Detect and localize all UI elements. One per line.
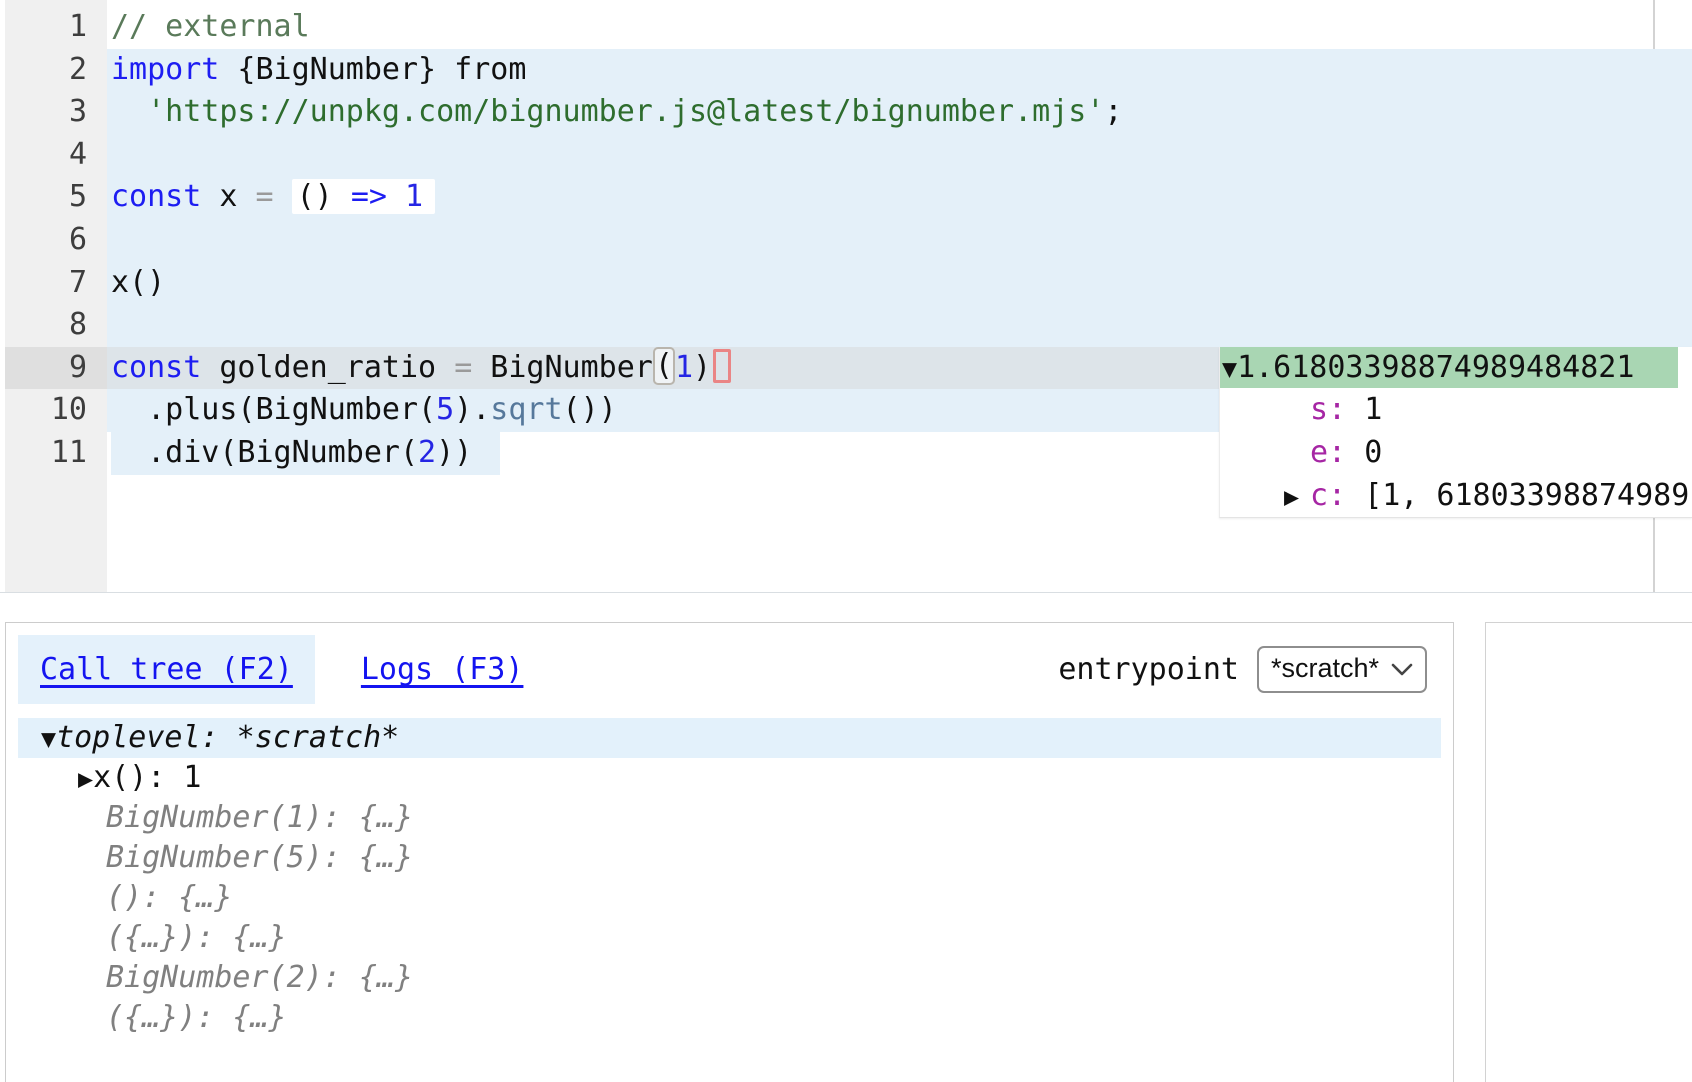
collapse-triangle-icon[interactable]: ▼ (1222, 354, 1237, 383)
code-editor[interactable]: 1234567891011 // externalimport {BigNumb… (0, 0, 1692, 593)
line-number: 5 (5, 176, 107, 219)
code-token: () (297, 179, 351, 214)
tab-call-tree-f2-[interactable]: Call tree (F2) (18, 635, 315, 704)
line-number: 10 (5, 389, 107, 432)
text-cursor (713, 349, 731, 383)
covered-span: .div(BigNumber(2)) (111, 432, 500, 475)
code-token: = (256, 179, 274, 214)
line-number: 8 (5, 304, 107, 347)
call-tree-panel: Call tree (F2) Logs (F3) entrypoint *scra… (5, 622, 1454, 1082)
line-number: 9 (5, 347, 107, 390)
code-token: golden_ratio (201, 350, 454, 385)
code-token (111, 94, 147, 129)
code-line-1[interactable]: // external (107, 6, 1692, 49)
matched-bracket-highlight: ( (653, 347, 675, 385)
code-line-7[interactable]: x() (107, 262, 1692, 305)
line-number: 7 (5, 262, 107, 305)
property-value: [1, 61803398874989 (1364, 478, 1689, 513)
code-token: )) (436, 435, 472, 470)
line-number: 11 (5, 432, 107, 475)
code-token: x() (111, 265, 165, 300)
call-tree-label: ({…}): {…} (106, 1000, 287, 1035)
panel-tabs: Call tree (F2) Logs (F3) (18, 635, 545, 704)
value-inspector-panel: ▼1.61803398874989484821s: 1e: 0▶c: [1, 6… (1219, 347, 1692, 518)
code-token: import (111, 52, 219, 87)
call-tree-row[interactable]: BigNumber(2): {…} (18, 958, 1441, 998)
code-token: 'https://unpkg.com/bignumber.js@latest/b… (147, 94, 1104, 129)
code-token: ()) (563, 392, 617, 427)
code-token: = (454, 350, 472, 385)
line-number: 6 (5, 219, 107, 262)
call-tree-label: x(): 1 (93, 760, 201, 795)
call-tree-label: toplevel: *scratch* (56, 720, 399, 755)
panel-header: Call tree (F2) Logs (F3) entrypoint *scra… (18, 635, 1441, 704)
code-token: x (201, 179, 255, 214)
property-value: 0 (1364, 435, 1382, 470)
code-token: const (111, 179, 201, 214)
code-line-4[interactable] (107, 134, 1692, 177)
call-tree-row[interactable]: (): {…} (18, 878, 1441, 918)
code-token: .plus(BigNumber( (111, 392, 436, 427)
object-property-row[interactable]: e: 0 (1220, 431, 1692, 474)
call-tree-label: BigNumber(1): {…} (106, 800, 413, 835)
value-inspector-result[interactable]: ▼1.61803398874989484821 (1220, 347, 1678, 388)
code-line-5[interactable]: const x = () => 1 (107, 176, 1692, 219)
call-tree-row[interactable]: ({…}): {…} (18, 998, 1441, 1038)
code-token: 2 (418, 435, 436, 470)
expand-triangle-icon[interactable]: ▶ (78, 764, 93, 793)
line-number: 2 (5, 49, 107, 92)
code-token: => (351, 179, 387, 214)
entrypoint-control: entrypoint *scratch* (1058, 646, 1441, 693)
entrypoint-select[interactable]: *scratch* (1257, 646, 1427, 693)
code-token (387, 179, 405, 214)
code-token: 1 (405, 179, 423, 214)
call-tree-row[interactable]: ▼toplevel: *scratch* (18, 718, 1441, 758)
tab-logs-f3-[interactable]: Logs (F3) (339, 635, 546, 704)
entrypoint-label: entrypoint (1058, 652, 1239, 687)
call-tree-label: ({…}): {…} (106, 920, 287, 955)
line-number-gutter: 1234567891011 (5, 0, 107, 592)
call-tree-row[interactable]: ▶x(): 1 (18, 758, 1441, 798)
property-key: s: (1310, 392, 1346, 427)
property-key: e: (1310, 435, 1346, 470)
call-tree-row[interactable]: BigNumber(5): {…} (18, 838, 1441, 878)
call-tree-row[interactable]: ({…}): {…} (18, 918, 1441, 958)
code-token: 1 (675, 350, 693, 385)
line-number: 1 (5, 6, 107, 49)
call-tree-label: BigNumber(5): {…} (106, 840, 413, 875)
code-token: ). (454, 392, 490, 427)
code-token: ) (693, 350, 711, 385)
uncovered-expression: () => 1 (292, 179, 435, 214)
entrypoint-selected-value: *scratch* (1271, 653, 1379, 684)
code-token: 5 (436, 392, 454, 427)
result-value: 1.61803398874989484821 (1237, 350, 1634, 385)
code-token: // external (111, 9, 310, 44)
property-key: c: (1310, 478, 1346, 513)
code-token: const (111, 350, 201, 385)
line-number: 4 (5, 134, 107, 177)
object-property-row[interactable]: ▶c: [1, 61803398874989 (1220, 474, 1692, 517)
line-number: 3 (5, 91, 107, 134)
code-token: {BigNumber} from (219, 52, 526, 87)
code-token: ; (1104, 94, 1122, 129)
object-property-row[interactable]: s: 1 (1220, 388, 1692, 431)
call-tree-label: BigNumber(2): {…} (106, 960, 413, 995)
code-token: sqrt (490, 392, 562, 427)
secondary-panel (1485, 622, 1692, 1082)
collapse-triangle-icon[interactable]: ▼ (41, 724, 56, 753)
code-line-8[interactable] (107, 304, 1692, 347)
code-line-2[interactable]: import {BigNumber} from (107, 49, 1692, 92)
expand-triangle-icon[interactable]: ▶ (1284, 475, 1310, 518)
chevron-down-icon (1391, 653, 1413, 684)
code-token: BigNumber (472, 350, 653, 385)
call-tree-label: (): {…} (106, 880, 232, 915)
property-value: 1 (1364, 392, 1382, 427)
call-tree: ▼toplevel: *scratch*▶x(): 1BigNumber(1):… (18, 718, 1441, 1038)
call-tree-row[interactable]: BigNumber(1): {…} (18, 798, 1441, 838)
code-line-6[interactable] (107, 219, 1692, 262)
code-line-3[interactable]: 'https://unpkg.com/bignumber.js@latest/b… (107, 91, 1692, 134)
code-token: .div(BigNumber( (111, 435, 418, 470)
code-token (274, 179, 292, 214)
